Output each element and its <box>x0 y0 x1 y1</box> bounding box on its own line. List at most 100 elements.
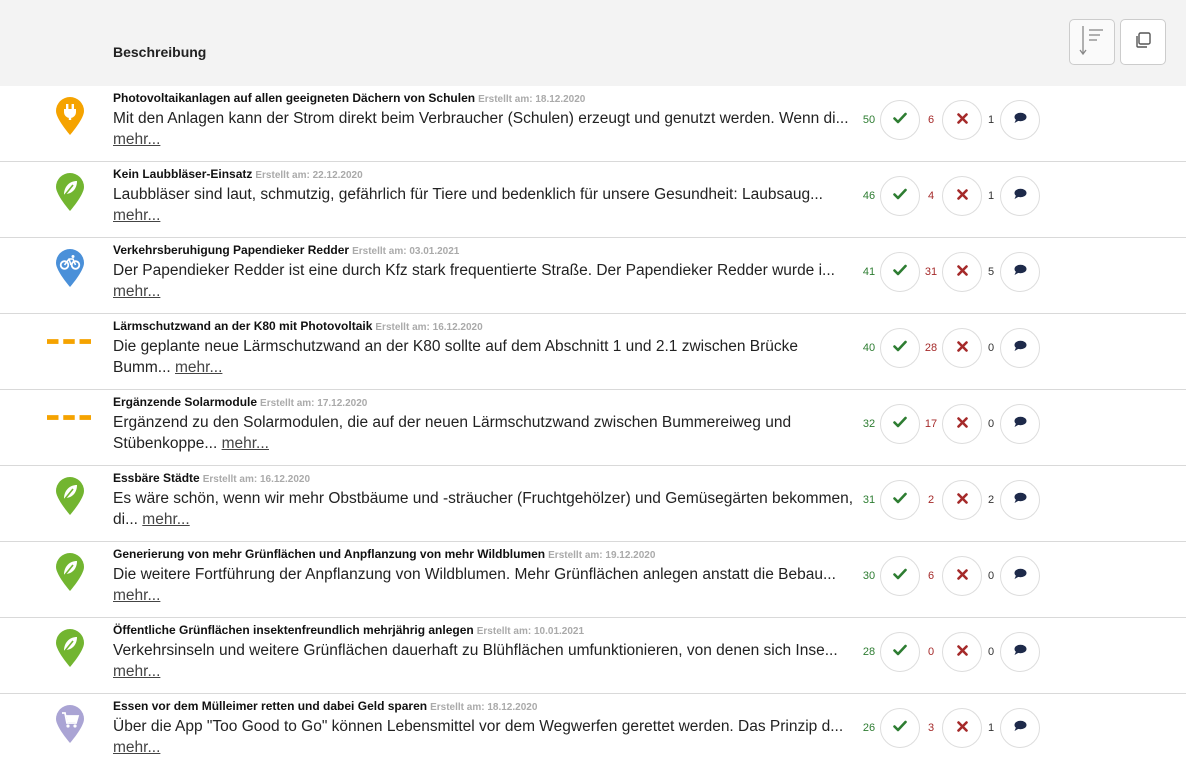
comment-button[interactable] <box>1000 328 1040 368</box>
item-content: Ergänzende Solarmodule Erstellt am: 17.12… <box>113 394 858 454</box>
copy-button[interactable] <box>1120 19 1166 65</box>
checkmark-icon <box>893 719 907 737</box>
cross-icon <box>956 111 968 129</box>
list-item[interactable]: Lärmschutzwand an der K80 mit Photovolta… <box>0 314 1186 390</box>
more-link[interactable]: mehr... <box>222 435 269 452</box>
upvote-button[interactable] <box>880 632 920 672</box>
item-title[interactable]: Essen vor dem Mülleimer retten und dabei… <box>113 699 427 713</box>
comment-icon <box>1013 187 1027 205</box>
more-link[interactable]: mehr... <box>113 587 160 604</box>
downvote-button[interactable] <box>942 252 982 292</box>
list-item[interactable]: Photovoltaikanlagen auf allen geeigneten… <box>0 86 1186 162</box>
upvote-count: 32 <box>862 418 876 430</box>
downvote-button[interactable] <box>942 328 982 368</box>
cross-icon <box>956 339 968 357</box>
column-header-description: Beschreibung <box>113 44 207 60</box>
downvote-button[interactable] <box>942 556 982 596</box>
item-title[interactable]: Lärmschutzwand an der K80 mit Photovolta… <box>113 319 372 333</box>
downvote-count: 28 <box>924 342 938 354</box>
item-description: Verkehrsinseln und weitere Grünflächen d… <box>113 642 838 680</box>
cross-icon <box>956 567 968 585</box>
upvote-count: 31 <box>862 494 876 506</box>
comment-button[interactable] <box>1000 100 1040 140</box>
checkmark-icon <box>893 567 907 585</box>
item-description: Die weitere Fortführung der Anpflanzung … <box>113 566 836 604</box>
item-content: Lärmschutzwand an der K80 mit Photovolta… <box>113 318 858 378</box>
more-link[interactable]: mehr... <box>113 131 160 148</box>
comment-button[interactable] <box>1000 556 1040 596</box>
comment-count: 0 <box>987 418 995 430</box>
upvote-button[interactable] <box>880 556 920 596</box>
comment-icon <box>1013 339 1027 357</box>
list-item[interactable]: Generierung von mehr Grünflächen und Anp… <box>0 542 1186 618</box>
item-title[interactable]: Verkehrsberuhigung Papendieker Redder <box>113 243 349 257</box>
downvote-button[interactable] <box>942 100 982 140</box>
more-link[interactable]: mehr... <box>175 359 222 376</box>
upvote-button[interactable] <box>880 480 920 520</box>
sort-button[interactable] <box>1069 19 1115 65</box>
upvote-count: 41 <box>862 266 876 278</box>
leaf-icon <box>48 628 92 678</box>
item-created-date: Erstellt am: 10.01.2021 <box>476 626 585 637</box>
downvote-button[interactable] <box>942 404 982 444</box>
vote-bar: 28 0 0 <box>858 632 1040 672</box>
downvote-button[interactable] <box>942 708 982 748</box>
downvote-count: 31 <box>924 266 938 278</box>
more-link[interactable]: mehr... <box>113 739 160 756</box>
cross-icon <box>956 491 968 509</box>
comment-count: 5 <box>987 266 995 278</box>
checkmark-icon <box>893 415 907 433</box>
item-title[interactable]: Kein Laubbläser-Einsatz <box>113 167 252 181</box>
item-description: Über die App "Too Good to Go" können Leb… <box>113 718 844 756</box>
upvote-count: 50 <box>862 114 876 126</box>
comment-icon <box>1013 415 1027 433</box>
item-title[interactable]: Öffentliche Grünflächen insektenfreundli… <box>113 623 474 637</box>
item-title[interactable]: Essbäre Städte <box>113 471 200 485</box>
item-title[interactable]: Generierung von mehr Grünflächen und Anp… <box>113 547 545 561</box>
leaf-icon <box>48 552 92 602</box>
comment-icon <box>1013 643 1027 661</box>
upvote-count: 40 <box>862 342 876 354</box>
more-link[interactable]: mehr... <box>113 663 160 680</box>
more-link[interactable]: mehr... <box>142 511 189 528</box>
comment-button[interactable] <box>1000 632 1040 672</box>
item-title[interactable]: Photovoltaikanlagen auf allen geeigneten… <box>113 91 475 105</box>
upvote-button[interactable] <box>880 252 920 292</box>
upvote-button[interactable] <box>880 328 920 368</box>
item-description: Ergänzend zu den Solarmodulen, die auf d… <box>113 414 792 452</box>
upvote-count: 28 <box>862 646 876 658</box>
comment-button[interactable] <box>1000 176 1040 216</box>
downvote-count: 4 <box>927 190 935 202</box>
item-title[interactable]: Ergänzende Solarmodule <box>113 395 257 409</box>
list-item[interactable]: Verkehrsberuhigung Papendieker Redder Ers… <box>0 238 1186 314</box>
checkmark-icon <box>893 187 907 205</box>
item-content: Generierung von mehr Grünflächen und Anp… <box>113 546 858 606</box>
vote-bar: 40 28 0 <box>858 328 1040 368</box>
downvote-count: 2 <box>927 494 935 506</box>
list-item[interactable]: Öffentliche Grünflächen insektenfreundli… <box>0 618 1186 694</box>
list-item[interactable]: Essbäre Städte Erstellt am: 16.12.2020 Es… <box>0 466 1186 542</box>
downvote-button[interactable] <box>942 632 982 672</box>
item-created-date: Erstellt am: 22.12.2020 <box>255 170 363 181</box>
downvote-count: 17 <box>924 418 938 430</box>
upvote-button[interactable] <box>880 100 920 140</box>
more-link[interactable]: mehr... <box>113 207 160 224</box>
comment-icon <box>1013 491 1027 509</box>
power-plug-icon <box>48 96 92 146</box>
upvote-button[interactable] <box>880 708 920 748</box>
comment-button[interactable] <box>1000 404 1040 444</box>
list-item[interactable]: Kein Laubbläser-Einsatz Erstellt am: 22.1… <box>0 162 1186 238</box>
list-item[interactable]: Essen vor dem Mülleimer retten und dabei… <box>0 694 1186 770</box>
list-header: Beschreibung <box>0 0 1186 86</box>
comment-button[interactable] <box>1000 252 1040 292</box>
comment-button[interactable] <box>1000 480 1040 520</box>
list-item[interactable]: Ergänzende Solarmodule Erstellt am: 17.12… <box>0 390 1186 466</box>
upvote-button[interactable] <box>880 404 920 444</box>
more-link[interactable]: mehr... <box>113 283 160 300</box>
upvote-button[interactable] <box>880 176 920 216</box>
downvote-button[interactable] <box>942 176 982 216</box>
downvote-button[interactable] <box>942 480 982 520</box>
item-description: Es wäre schön, wenn wir mehr Obstbäume u… <box>113 490 854 528</box>
comment-icon <box>1013 567 1027 585</box>
comment-button[interactable] <box>1000 708 1040 748</box>
